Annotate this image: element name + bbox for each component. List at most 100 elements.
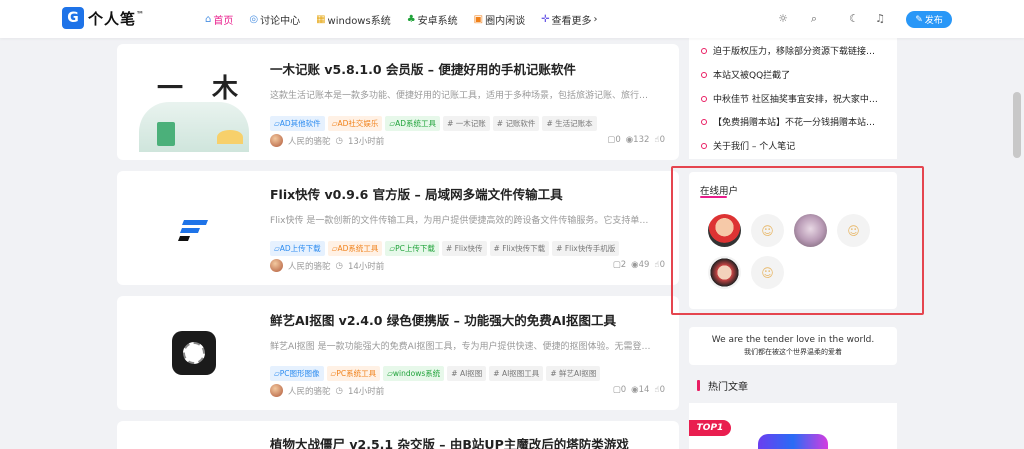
hash-icon: #	[493, 369, 500, 378]
quote-chinese: 我们都在被这个世界温柔的爱着	[744, 348, 842, 356]
author-avatar[interactable]	[270, 384, 283, 397]
author-name[interactable]: 人民的骆驼	[288, 385, 331, 397]
bell-icon[interactable]: ♫	[872, 12, 888, 25]
tag[interactable]: ▱AD社交娱乐	[327, 116, 383, 131]
quote-card: We are the tender love in the world. 我们都…	[689, 327, 897, 365]
like-stat[interactable]: ☝0	[654, 135, 665, 145]
author-name[interactable]: 人民的骆驼	[288, 135, 331, 147]
comment-count: 0	[620, 385, 627, 395]
post-card[interactable]: 一 木 一木记账 v5.8.1.0 会员版 – 便捷好用的手机记账软件 这款生活…	[117, 44, 679, 160]
windows-icon: ▦	[316, 13, 326, 25]
tag-label: 鲜艺AI抠图	[559, 369, 597, 378]
nav-home[interactable]: ⌂ 首页	[205, 12, 233, 27]
tag-label: AD社交娱乐	[337, 119, 379, 128]
user-avatar[interactable]: ☺	[751, 214, 784, 247]
like-stat[interactable]: ☝0	[654, 260, 665, 270]
post-card[interactable]: 植物大战僵尸 v2.5.1 杂交版 – 由B站UP主魔改后的塔防类游戏	[117, 421, 679, 449]
list-item[interactable]: 关于我们 – 个人笔记	[701, 139, 795, 152]
author-avatar[interactable]	[270, 259, 283, 272]
user-avatar[interactable]	[708, 214, 741, 247]
list-item[interactable]: 【免费捐赠本站】不花一分钱捐赠本站…	[701, 115, 875, 128]
post-tags: ▱AD其他软件 ▱AD社交娱乐 ▱AD系统工具 # 一木记账 # 记账软件 # …	[270, 116, 597, 131]
comment-count: 0	[615, 135, 621, 145]
tag[interactable]: ▱AD其他软件	[270, 116, 325, 131]
lightbulb-icon[interactable]: ☼	[775, 12, 791, 25]
nav-discussion[interactable]: ◎ 讨论中心	[249, 12, 300, 27]
user-avatar[interactable]: ☺	[837, 214, 870, 247]
post-title[interactable]: 鲜艺AI抠图 v2.4.0 绿色便携版 – 功能强大的免费AI抠图工具	[270, 310, 616, 329]
tag[interactable]: # 鲜艺AI抠图	[546, 366, 601, 381]
post-card[interactable]: Flix快传 v0.9.6 官方版 – 局域网多端文件传输工具 Flix快传 是…	[117, 171, 679, 285]
tag[interactable]: # 记账软件	[492, 116, 540, 131]
author-avatar[interactable]	[270, 134, 283, 147]
tag[interactable]: # Flix快传	[441, 241, 487, 256]
hot-articles-title: 热门文章	[708, 382, 748, 393]
tag[interactable]: ▱AD系统工具	[327, 241, 383, 256]
tag[interactable]: ▱PC系统工具	[326, 366, 381, 381]
post-title[interactable]: Flix快传 v0.9.6 官方版 – 局域网多端文件传输工具	[270, 184, 563, 203]
page-scrollbar[interactable]	[1013, 92, 1021, 158]
tag-label: AI抠图工具	[501, 369, 540, 378]
list-item[interactable]: 中秋佳节 社区抽奖事宜安排，祝大家中…	[701, 92, 878, 105]
site-logo[interactable]: G 个人笔 ™	[62, 7, 144, 29]
publish-button[interactable]: ✎ 发布	[906, 11, 952, 28]
hash-icon: #	[447, 119, 454, 128]
home-icon: ⌂	[205, 13, 212, 25]
hash-icon: #	[445, 244, 453, 253]
tag-label: 记账软件	[505, 119, 536, 128]
hot-article-card[interactable]: TOP1	[689, 403, 897, 449]
tag-label: 一木记账	[455, 119, 486, 128]
post-time: 13小时前	[347, 136, 385, 147]
author-name[interactable]: 人民的骆驼	[288, 260, 331, 272]
tag-label: Flix快传下载	[502, 244, 546, 253]
view-count: 14	[638, 385, 650, 395]
user-avatar[interactable]	[794, 214, 827, 247]
post-title[interactable]: 植物大战僵尸 v2.5.1 杂交版 – 由B站UP主魔改后的塔防类游戏	[270, 434, 629, 449]
tag-label: AD系统工具	[337, 244, 379, 253]
nav-chat-circle[interactable]: ▣ 圈内闲谈	[474, 12, 525, 27]
logo-text: 个人笔	[88, 9, 137, 28]
online-users-title: 在线用户	[700, 186, 739, 197]
view-stat: ◉132	[626, 135, 650, 145]
user-avatar[interactable]	[708, 256, 741, 289]
tag-label: Flix快传手机版	[564, 244, 616, 253]
nav-windows[interactable]: ▦ windows系统	[316, 12, 391, 27]
list-item[interactable]: 迫于版权压力，移除部分资源下载链接…	[701, 44, 875, 57]
logo-mark: G	[62, 7, 84, 29]
post-excerpt: Flix快传 是一款创新的文件传输工具，为用户提供便捷高效的跨设备文件传输服务。…	[270, 216, 649, 226]
post-thumbnail[interactable]	[129, 302, 258, 404]
moon-icon[interactable]: ☾	[846, 12, 862, 25]
view-count: 49	[638, 260, 650, 270]
nav-more[interactable]: ✛ 查看更多 ›	[541, 12, 597, 27]
post-title[interactable]: 一木记账 v5.8.1.0 会员版 – 便捷好用的手机记账软件	[270, 59, 576, 78]
post-tags: ▱AD上传下载 ▱AD系统工具 ▱PC上传下载 # Flix快传 # Flix快…	[270, 241, 620, 256]
post-thumbnail[interactable]	[129, 177, 258, 279]
comment-stat: ▢2	[613, 260, 626, 270]
post-meta: 人民的骆驼 ◷ 14小时前	[270, 384, 384, 397]
like-stat[interactable]: ☝0	[654, 385, 665, 395]
tag[interactable]: # AI抠图工具	[489, 366, 544, 381]
nav-android[interactable]: ♣ 安卓系统	[407, 12, 458, 27]
nav-android-label: 安卓系统	[417, 15, 458, 27]
post-stats: ▢0 ◉14 ☝0	[613, 385, 665, 395]
tag[interactable]: ▱AD上传下载	[270, 241, 325, 256]
tag[interactable]: ▱PC上传下载	[385, 241, 439, 256]
tag[interactable]: # Flix快传手机版	[552, 241, 620, 256]
tag[interactable]: ▱windows系统	[383, 366, 445, 381]
post-card[interactable]: 鲜艺AI抠图 v2.4.0 绿色便携版 – 功能强大的免费AI抠图工具 鲜艺AI…	[117, 296, 679, 410]
search-icon[interactable]: ⌕	[806, 12, 822, 26]
user-avatar[interactable]: ☺	[751, 256, 784, 289]
post-thumbnail[interactable]: 一 木	[129, 50, 258, 152]
tag[interactable]: ▱AD系统工具	[385, 116, 441, 131]
tag[interactable]: # Flix快传下载	[489, 241, 550, 256]
nav-more-label: 查看更多	[551, 15, 592, 27]
hot-article-thumbnail[interactable]	[758, 434, 828, 449]
tag[interactable]: ▱PC图形图像	[270, 366, 324, 381]
post-stats: ▢0 ◉132 ☝0	[607, 135, 665, 145]
tag[interactable]: # AI抠图	[447, 366, 487, 381]
list-item-label: 中秋佳节 社区抽奖事宜安排，祝大家中…	[713, 95, 878, 105]
list-item-label: 【免费捐赠本站】不花一分钱捐赠本站…	[713, 118, 876, 128]
tag[interactable]: # 一木记账	[443, 116, 490, 131]
list-item[interactable]: 本站又被QQ拦截了	[701, 68, 790, 81]
tag[interactable]: # 生活记账本	[542, 116, 597, 131]
